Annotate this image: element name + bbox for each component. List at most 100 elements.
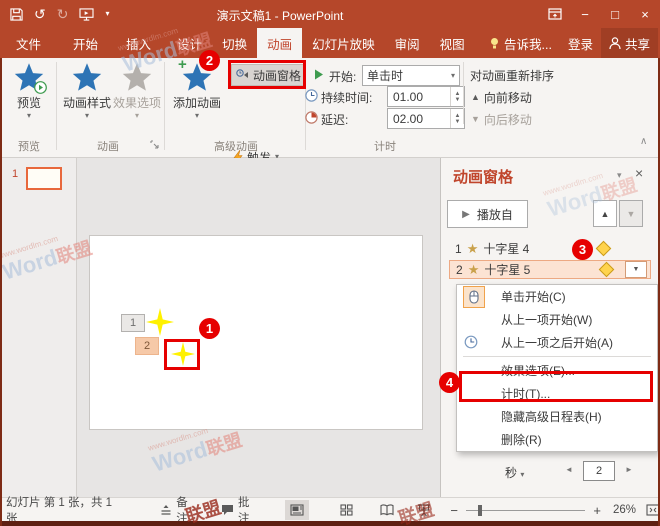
menu-separator — [463, 356, 651, 357]
group-label-animation: 动画 — [60, 138, 156, 154]
annotation-box-star-shape — [164, 339, 200, 370]
tab-review[interactable]: 审阅 — [385, 28, 430, 58]
pane-close-icon[interactable]: × — [635, 165, 643, 181]
timeline-zoom-out-icon[interactable]: ◄ — [565, 465, 573, 474]
maximize-button[interactable]: □ — [600, 0, 630, 28]
notes-icon — [160, 504, 172, 516]
share-label: 共享 — [625, 34, 650, 53]
tell-me-box[interactable]: 告诉我... — [481, 28, 560, 58]
reorder-up-button[interactable]: ▲ — [593, 200, 617, 227]
effect-options-button: 效果选项 ▾ — [112, 62, 162, 120]
add-animation-button[interactable]: + 添加动画 ▾ — [170, 62, 224, 120]
tab-home[interactable]: 开始 — [63, 28, 108, 58]
item-label: 十字星 5 — [484, 261, 530, 278]
animation-item-context-menu: 单击开始(C) 从上一项开始(W) 从上一项之后开始(A) 效果选项(E)...… — [456, 284, 658, 452]
tab-animations[interactable]: 动画 — [257, 28, 302, 58]
dialog-launcher-icon[interactable] — [150, 140, 159, 149]
menu-item-label: 从上一项开始(W) — [501, 311, 592, 328]
move-later-label: 向后移动 — [484, 111, 532, 128]
animation-styles-button[interactable]: 动画样式 ▾ — [60, 62, 114, 120]
effect-options-label: 效果选项 — [113, 94, 161, 111]
collapse-ribbon-icon[interactable]: ∧ — [640, 136, 647, 147]
menu-start-with-previous[interactable]: 从上一项开始(W) — [457, 308, 657, 331]
duration-spinner[interactable]: 01.00 ▲▼ — [387, 86, 465, 107]
animation-sequence-tag-2[interactable]: 2 — [135, 337, 159, 355]
title-bar: ↺ ↻ ▾ 演示文稿1 - PowerPoint − □ × — [0, 0, 660, 28]
slide-thumbnail-panel: 1 — [2, 158, 77, 497]
animation-list-item-1[interactable]: 1 ★ 十字星 4 — [449, 239, 651, 258]
zoom-out-button[interactable]: − — [450, 503, 458, 518]
spin-down-icon[interactable]: ▼ — [455, 119, 461, 125]
move-later-button: ▼ 向后移动 — [471, 110, 532, 128]
slideshow-view-button[interactable] — [413, 500, 437, 520]
sign-in-button[interactable]: 登录 — [560, 28, 601, 58]
tab-insert[interactable]: 插入 — [116, 28, 161, 58]
delay-spinner[interactable]: 02.00 ▲▼ — [387, 108, 465, 129]
lightbulb-icon — [489, 37, 500, 50]
effect-options-star-icon — [121, 62, 153, 93]
chevron-down-icon: ▾ — [520, 470, 524, 479]
close-button[interactable]: × — [630, 0, 660, 28]
ribbon-display-options-icon[interactable] — [540, 0, 570, 28]
item-dropdown-button[interactable]: ▼ — [625, 261, 647, 278]
arrow-up-icon: ▲ — [471, 92, 480, 102]
seconds-dropdown[interactable]: 秒 ▾ — [505, 464, 524, 481]
effect-star-icon: ★ — [467, 242, 479, 255]
tab-view[interactable]: 视图 — [430, 28, 475, 58]
spin-down-icon[interactable]: ▼ — [455, 97, 461, 103]
four-point-star-shape-1[interactable] — [146, 308, 174, 336]
tab-slideshow[interactable]: 幻灯片放映 — [302, 28, 385, 58]
menu-start-on-click[interactable]: 单击开始(C) — [457, 285, 657, 308]
duration-clock-icon — [305, 89, 318, 102]
minimize-button[interactable]: − — [570, 0, 600, 28]
reorder-header: 对动画重新排序 — [470, 67, 554, 84]
seconds-label: 秒 — [505, 466, 517, 480]
timeline-diamond-icon — [596, 241, 612, 257]
timeline-zoom-in-icon[interactable]: ► — [625, 465, 633, 474]
add-animation-label: 添加动画 — [173, 94, 221, 111]
start-dropdown[interactable]: 单击时 ▾ — [362, 65, 460, 86]
preview-button[interactable]: 预览 ▾ — [6, 62, 52, 120]
window-bottom-border — [0, 521, 660, 526]
slide-sorter-view-button[interactable] — [335, 500, 359, 520]
share-button[interactable]: 共享 — [601, 28, 658, 58]
animation-sequence-tag-1[interactable]: 1 — [121, 314, 145, 332]
zoom-in-button[interactable]: + — [593, 503, 601, 518]
window-left-border — [0, 58, 2, 526]
tell-me-label: 告诉我... — [504, 34, 552, 53]
menu-start-after-previous[interactable]: 从上一项之后开始(A) — [457, 331, 657, 354]
window-controls: − □ × — [540, 0, 660, 28]
duration-label: 持续时间: — [321, 89, 372, 106]
tab-file[interactable]: 文件 — [6, 28, 51, 58]
callout-3: 3 — [572, 239, 593, 260]
status-bar: 幻灯片 第 1 张，共 1 张 备注 批注 − + 26% — [0, 497, 660, 522]
comment-icon — [221, 504, 234, 516]
ribbon-tabs: 文件 开始 插入 设计 切换 动画 幻灯片放映 审阅 视图 告诉我... 登录 … — [0, 28, 660, 58]
plus-icon: + — [178, 56, 187, 73]
menu-item-label: 删除(R) — [501, 431, 542, 448]
reading-view-button[interactable] — [375, 500, 399, 520]
zoom-level[interactable]: 26% — [613, 504, 636, 516]
pane-options-icon[interactable]: ▾ — [617, 170, 622, 181]
annotation-box-timing-menu-item — [459, 371, 653, 402]
slide-thumbnail[interactable] — [26, 167, 62, 190]
callout-4: 4 — [439, 372, 460, 393]
play-from-button[interactable]: ▶ 播放自 — [447, 200, 528, 228]
slide-canvas[interactable]: 1 2 — [89, 235, 423, 430]
clock-icon — [464, 335, 478, 349]
zoom-slider[interactable] — [466, 510, 585, 511]
normal-view-button[interactable] — [285, 500, 309, 520]
person-icon — [609, 37, 621, 50]
chevron-down-icon: ▾ — [135, 112, 139, 120]
animation-list-item-2[interactable]: 2 ★ 十字星 5 ▼ — [449, 260, 651, 279]
start-value: 单击时 — [367, 67, 403, 84]
menu-remove[interactable]: 删除(R) — [457, 428, 657, 451]
menu-hide-advanced-timeline[interactable]: 隐藏高级日程表(H) — [457, 405, 657, 428]
annotation-box-animation-pane — [228, 60, 306, 89]
preview-label: 预览 — [17, 94, 41, 111]
zoom-slider-thumb[interactable] — [478, 505, 482, 516]
move-earlier-button[interactable]: ▲ 向前移动 — [471, 88, 532, 106]
play-icon: ▶ — [462, 209, 470, 220]
tab-transitions[interactable]: 切换 — [212, 28, 257, 58]
item-order-number: 1 — [455, 242, 462, 256]
